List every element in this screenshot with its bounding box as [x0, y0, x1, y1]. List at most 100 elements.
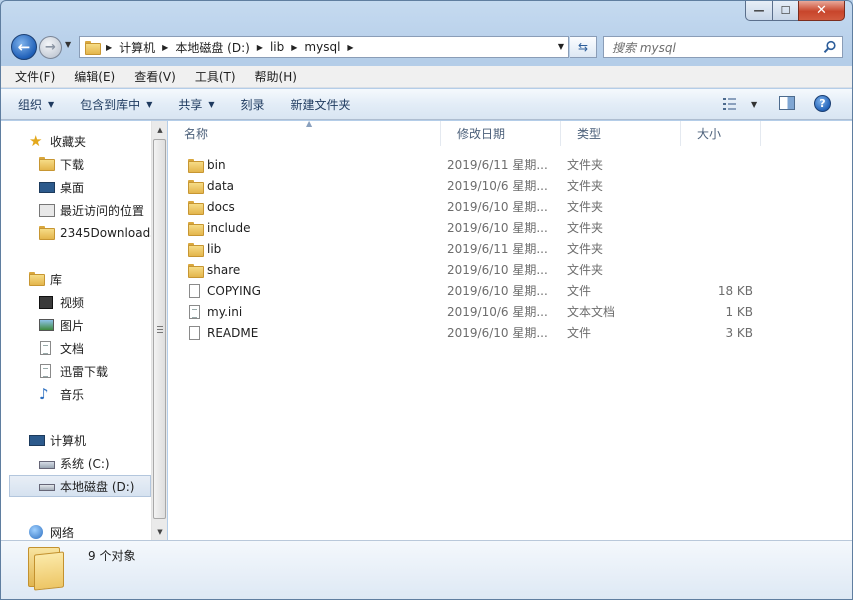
close-button[interactable]: ✕ — [798, 1, 845, 21]
pictures-icon — [39, 319, 54, 331]
menu-tools[interactable]: 工具(T) — [191, 66, 240, 87]
file-name: docs — [207, 199, 235, 214]
refresh-button[interactable]: ⇆ — [570, 36, 597, 58]
system-drive-icon — [39, 461, 55, 469]
nav-item-drive-c[interactable]: 系统 (C:) — [1, 452, 151, 474]
nav-libraries[interactable]: 库 — [1, 268, 151, 290]
column-header-name-label: 名称 — [184, 127, 209, 141]
table-row[interactable]: bin 2019/6/11 星期... 文件夹 — [178, 154, 758, 175]
organize-label: 组织 — [18, 97, 43, 112]
maximize-button[interactable]: ☐ — [772, 1, 798, 21]
nav-item-music[interactable]: ♪ 音乐 — [1, 383, 151, 405]
chevron-right-icon[interactable]: ▶ — [291, 43, 297, 52]
nav-item-drive-d[interactable]: 本地磁盘 (D:) — [9, 475, 151, 497]
chevron-right-icon[interactable]: ▶ — [347, 43, 353, 52]
navigation-scrollbar[interactable]: ▲ ▼ — [151, 121, 167, 540]
organize-button[interactable]: 组织 ▼ — [18, 96, 54, 113]
network-icon — [29, 525, 43, 539]
file-date: 2019/6/10 星期... — [447, 284, 548, 298]
table-row[interactable]: lib 2019/6/11 星期... 文件夹 — [178, 238, 758, 259]
file-date: 2019/10/6 星期... — [447, 179, 548, 193]
table-row[interactable]: include 2019/6/10 星期... 文件夹 — [178, 217, 758, 238]
computer-icon — [29, 435, 45, 446]
menu-help[interactable]: 帮助(H) — [251, 66, 301, 87]
nav-item-label: 迅雷下载 — [60, 364, 109, 379]
table-row[interactable]: share 2019/6/10 星期... 文件夹 — [178, 259, 758, 280]
chevron-right-icon[interactable]: ▶ — [106, 43, 112, 52]
nav-item-pictures[interactable]: 图片 — [1, 314, 151, 336]
menu-view[interactable]: 查看(V) — [130, 66, 180, 87]
change-view-button[interactable]: ▼ — [723, 98, 757, 110]
nav-item-videos[interactable]: 视频 — [1, 291, 151, 313]
sort-ascending-icon: ▲ — [306, 119, 313, 128]
column-header-name[interactable]: 名称 ▲ — [168, 119, 441, 146]
music-icon: ♪ — [39, 385, 49, 403]
nav-network[interactable]: 网络 — [1, 521, 151, 540]
breadcrumb-computer[interactable]: 计算机 — [119, 39, 155, 56]
breadcrumb-mysql[interactable]: mysql — [304, 40, 340, 54]
file-icon — [188, 325, 202, 340]
table-row[interactable]: README 2019/6/10 星期... 文件 3 KB — [178, 322, 758, 343]
chevron-down-icon: ▼ — [146, 99, 153, 109]
chevron-down-icon[interactable]: ▼ — [751, 100, 757, 109]
nav-item-documents[interactable]: 文档 — [1, 337, 151, 359]
nav-computer[interactable]: 计算机 — [1, 429, 151, 451]
table-row[interactable]: my.ini 2019/10/6 星期... 文本文档 1 KB — [178, 301, 758, 322]
nav-computer-label: 计算机 — [50, 433, 87, 448]
forward-button[interactable]: → — [39, 36, 62, 59]
chevron-down-icon[interactable]: ▼ — [558, 42, 564, 51]
column-header-type[interactable]: 类型 — [561, 121, 681, 146]
item-count: 9 个对象 — [88, 549, 136, 563]
nav-item-desktop[interactable]: 桌面 — [1, 176, 151, 198]
file-type: 文本文档 — [567, 305, 616, 319]
burn-button[interactable]: 刻录 — [241, 96, 265, 113]
menu-edit[interactable]: 编辑(E) — [70, 66, 119, 87]
table-row[interactable]: docs 2019/6/10 星期... 文件夹 — [178, 196, 758, 217]
nav-item-label: 文档 — [60, 341, 85, 356]
back-button[interactable]: ← — [11, 34, 37, 60]
minimize-icon: — — [753, 4, 765, 17]
new-folder-button[interactable]: 新建文件夹 — [291, 96, 351, 113]
breadcrumb-lib[interactable]: lib — [270, 40, 284, 54]
nav-item-recent-places[interactable]: 最近访问的位置 — [1, 199, 151, 221]
scroll-down-icon[interactable]: ▼ — [152, 523, 168, 540]
table-row[interactable]: COPYING 2019/6/10 星期... 文件 18 KB — [178, 280, 758, 301]
menu-bar: 文件(F) 编辑(E) 查看(V) 工具(T) 帮助(H) — [1, 66, 852, 88]
chevron-right-icon[interactable]: ▶ — [257, 43, 263, 52]
chevron-right-icon[interactable]: ▶ — [162, 43, 168, 52]
file-date: 2019/6/10 星期... — [447, 200, 548, 214]
search-icon[interactable] — [823, 40, 837, 54]
file-type: 文件夹 — [567, 221, 604, 235]
recent-pages-dropdown[interactable]: ▼ — [65, 40, 71, 49]
file-name: my.ini — [207, 304, 243, 319]
column-header-type-label: 类型 — [577, 127, 602, 141]
help-icon: ? — [819, 97, 826, 110]
address-bar[interactable]: ▶ 计算机 ▶ 本地磁盘 (D:) ▶ lib ▶ mysql ▶ ▼ — [79, 36, 569, 58]
nav-item-label: 本地磁盘 (D:) — [60, 479, 135, 494]
file-type: 文件夹 — [567, 200, 604, 214]
search-input[interactable]: 搜索 mysql — [603, 36, 843, 58]
table-row[interactable]: data 2019/10/6 星期... 文件夹 — [178, 175, 758, 196]
file-type: 文件 — [567, 284, 592, 298]
help-button[interactable]: ? — [814, 95, 831, 112]
column-header-size[interactable]: 大小 — [681, 121, 761, 146]
scroll-up-icon[interactable]: ▲ — [152, 121, 168, 138]
column-header-date[interactable]: 修改日期 — [441, 121, 561, 146]
scroll-thumb[interactable] — [153, 139, 166, 519]
file-name: README — [207, 325, 259, 340]
menu-file[interactable]: 文件(F) — [11, 66, 59, 87]
nav-libraries-label: 库 — [50, 272, 63, 287]
breadcrumb-drive-d[interactable]: 本地磁盘 (D:) — [175, 39, 249, 56]
nav-favorites[interactable]: ★ 收藏夹 — [1, 130, 151, 152]
nav-item-2345downloads[interactable]: 2345Downloads — [1, 222, 151, 244]
nav-item-downloads[interactable]: 下载 — [1, 153, 151, 175]
share-button[interactable]: 共享 ▼ — [178, 96, 214, 113]
include-in-library-button[interactable]: 包含到库中 ▼ — [80, 96, 152, 113]
minimize-button[interactable]: — — [745, 1, 772, 21]
address-row: ← → ▼ ▶ 计算机 ▶ 本地磁盘 (D:) ▶ lib ▶ mysql ▶ … — [1, 31, 852, 63]
nav-item-label: 2345Downloads — [60, 226, 151, 240]
star-icon: ★ — [29, 132, 43, 150]
caption-buttons: — ☐ ✕ — [745, 1, 845, 21]
nav-item-thunder-downloads[interactable]: 迅雷下载 — [1, 360, 151, 382]
preview-pane-button[interactable] — [779, 96, 795, 110]
